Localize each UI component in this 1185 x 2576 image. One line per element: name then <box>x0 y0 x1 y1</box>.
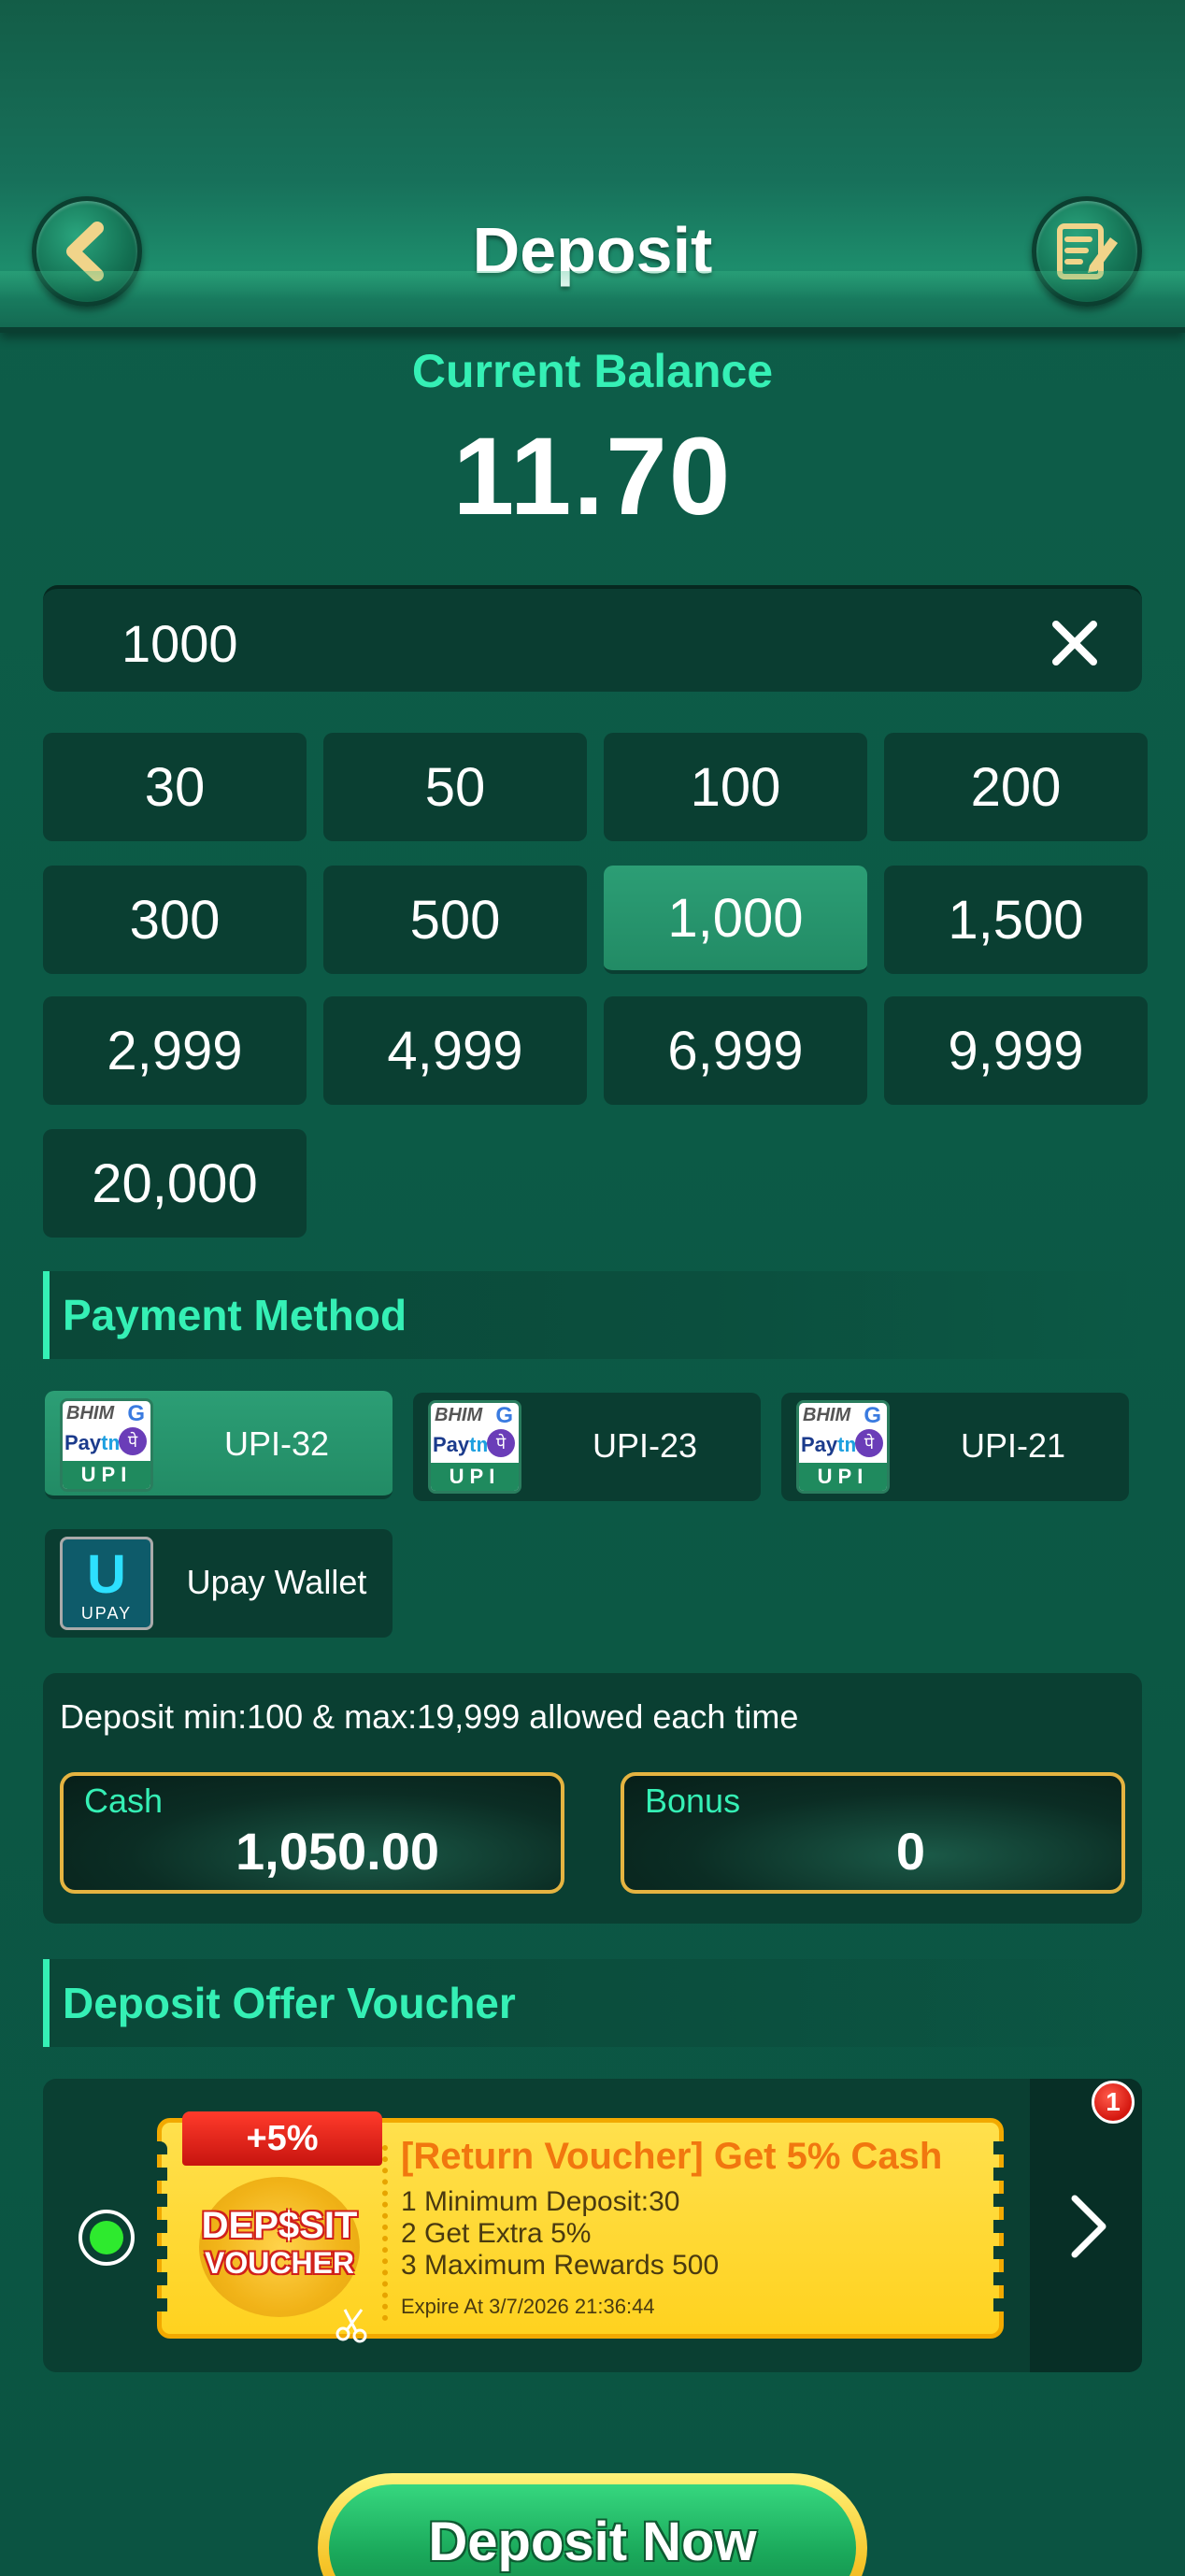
voucher-rule: 2 Get Extra 5% <box>401 2218 592 2249</box>
amount-input[interactable]: 1000 <box>43 585 1142 692</box>
payment-method-upay-wallet[interactable]: U UPAY Upay Wallet <box>45 1529 393 1638</box>
amount-chip[interactable]: 2,999 <box>43 996 307 1105</box>
amount-chip[interactable]: 20,000 <box>43 1129 307 1238</box>
voucher-more-button[interactable] <box>1030 2079 1142 2372</box>
amount-chip[interactable]: 500 <box>323 866 587 974</box>
close-icon <box>1052 621 1097 665</box>
amount-chip[interactable]: 1,500 <box>884 866 1148 974</box>
deposit-offer-voucher-header: Deposit Offer Voucher <box>43 1959 1142 2047</box>
cash-label: Cash <box>84 1782 164 1820</box>
amount-chip[interactable]: 50 <box>323 733 587 841</box>
voucher-select-radio[interactable] <box>79 2210 135 2266</box>
deposit-limits-panel: Deposit min:100 & max:19,999 allowed eac… <box>43 1673 1142 1924</box>
upi-logo-icon: BHIM G Paytm पे UPI <box>428 1400 521 1494</box>
payment-method-upi-21[interactable]: BHIM G Paytm पे UPI UPI-21 <box>781 1393 1129 1501</box>
payment-method-upi-32[interactable]: BHIM G Paytm पे UPI UPI-32 <box>45 1391 393 1499</box>
bonus-value: 0 <box>895 1822 925 1881</box>
deposit-limit-text: Deposit min:100 & max:19,999 allowed eac… <box>60 1697 799 1736</box>
voucher-ticket: +5% DEP$SIT VOUCHER [Return Voucher] Get… <box>154 2111 1007 2343</box>
deposit-now-button[interactable]: Deposit Now <box>318 2473 867 2576</box>
section-title: Deposit Offer Voucher <box>63 1979 516 2027</box>
voucher-count-badge: 1 <box>1092 2081 1135 2124</box>
scissors-icon <box>336 2309 367 2343</box>
voucher-ribbon: +5% <box>182 2111 382 2166</box>
amount-chip[interactable]: 100 <box>604 733 867 841</box>
edit-note-icon <box>1057 223 1118 279</box>
chevron-right-icon <box>1071 2195 1106 2258</box>
cash-box: Cash 1,050.00 <box>60 1772 564 1894</box>
current-balance-value: 11.70 <box>452 415 733 538</box>
amount-input-value: 1000 <box>121 614 238 673</box>
payment-method-label: UPI-21 <box>960 1426 1066 1465</box>
voucher-rule: 1 Minimum Deposit:30 <box>401 2186 680 2217</box>
amount-chip[interactable]: 9,999 <box>884 996 1148 1105</box>
section-title: Payment Method <box>63 1291 407 1339</box>
bonus-label: Bonus <box>645 1782 741 1820</box>
cash-value: 1,050.00 <box>236 1822 439 1881</box>
voucher-card[interactable]: +5% DEP$SIT VOUCHER [Return Voucher] Get… <box>43 2079 1142 2372</box>
voucher-title: [Return Voucher] Get 5% Cash <box>401 2136 943 2177</box>
payment-method-upi-23[interactable]: BHIM G Paytm पे UPI UPI-23 <box>413 1393 761 1501</box>
bonus-box: Bonus 0 <box>621 1772 1125 1894</box>
payment-method-label: UPI-32 <box>223 1424 330 1463</box>
clear-amount-button[interactable] <box>1049 617 1101 669</box>
voucher-expiry: Expire At 3/7/2026 21:36:44 <box>401 2295 655 2318</box>
current-balance-label: Current Balance <box>411 345 774 397</box>
amount-chip[interactable]: 30 <box>43 733 307 841</box>
page-title: Deposit <box>472 214 713 287</box>
amount-chip-selected[interactable]: 1,000 <box>604 866 867 974</box>
amount-chip[interactable]: 200 <box>884 733 1148 841</box>
payment-method-header: Payment Method <box>43 1271 1142 1359</box>
voucher-rule: 3 Maximum Rewards 500 <box>401 2250 720 2281</box>
header-bar: Deposit <box>0 0 1185 333</box>
payment-method-label: UPI-23 <box>592 1426 698 1465</box>
deposit-now-label: Deposit Now <box>428 2512 757 2572</box>
payment-method-label: Upay Wallet <box>186 1563 367 1601</box>
deposit-record-button[interactable] <box>1032 196 1142 307</box>
deposit-voucher-emblem: DEP$SIT VOUCHER <box>199 2177 360 2317</box>
amount-chip[interactable]: 300 <box>43 866 307 974</box>
amount-chip[interactable]: 6,999 <box>604 996 867 1105</box>
upay-logo-icon: U UPAY <box>60 1537 153 1630</box>
upi-logo-icon: BHIM G Paytm पे UPI <box>60 1398 153 1492</box>
upi-logo-icon: BHIM G Paytm पे UPI <box>796 1400 890 1494</box>
amount-chip[interactable]: 4,999 <box>323 996 587 1105</box>
